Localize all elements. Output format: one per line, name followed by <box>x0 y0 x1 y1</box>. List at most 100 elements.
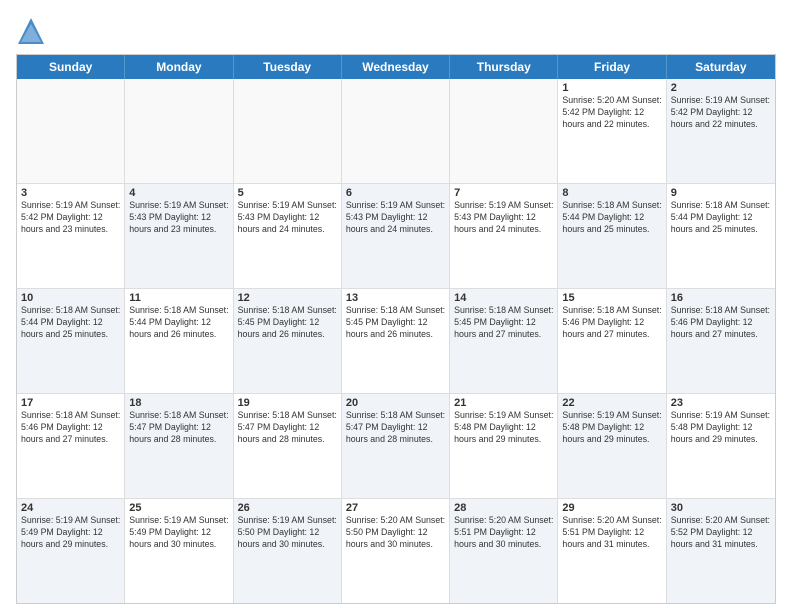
cell-info: Sunrise: 5:18 AM Sunset: 5:47 PM Dayligh… <box>238 410 337 446</box>
cell-info: Sunrise: 5:20 AM Sunset: 5:42 PM Dayligh… <box>562 95 661 131</box>
cell-info: Sunrise: 5:20 AM Sunset: 5:51 PM Dayligh… <box>454 515 553 551</box>
cell-info: Sunrise: 5:18 AM Sunset: 5:44 PM Dayligh… <box>21 305 120 341</box>
cell-info: Sunrise: 5:18 AM Sunset: 5:46 PM Dayligh… <box>671 305 771 341</box>
calendar-cell: 6Sunrise: 5:19 AM Sunset: 5:43 PM Daylig… <box>342 184 450 288</box>
day-header-monday: Monday <box>125 55 233 79</box>
day-number: 6 <box>346 187 445 199</box>
day-number: 5 <box>238 187 337 199</box>
day-number: 26 <box>238 502 337 514</box>
day-number: 1 <box>562 82 661 94</box>
calendar-week-3: 10Sunrise: 5:18 AM Sunset: 5:44 PM Dayli… <box>17 289 775 394</box>
cell-info: Sunrise: 5:19 AM Sunset: 5:42 PM Dayligh… <box>671 95 771 131</box>
day-number: 29 <box>562 502 661 514</box>
day-header-wednesday: Wednesday <box>342 55 450 79</box>
cell-info: Sunrise: 5:18 AM Sunset: 5:44 PM Dayligh… <box>562 200 661 236</box>
day-number: 9 <box>671 187 771 199</box>
calendar-page: SundayMondayTuesdayWednesdayThursdayFrid… <box>0 0 792 612</box>
calendar-cell: 18Sunrise: 5:18 AM Sunset: 5:47 PM Dayli… <box>125 394 233 498</box>
calendar-week-2: 3Sunrise: 5:19 AM Sunset: 5:42 PM Daylig… <box>17 184 775 289</box>
cell-info: Sunrise: 5:18 AM Sunset: 5:46 PM Dayligh… <box>21 410 120 446</box>
day-number: 25 <box>129 502 228 514</box>
calendar-body: 1Sunrise: 5:20 AM Sunset: 5:42 PM Daylig… <box>17 79 775 603</box>
calendar-cell: 1Sunrise: 5:20 AM Sunset: 5:42 PM Daylig… <box>558 79 666 183</box>
calendar-cell: 12Sunrise: 5:18 AM Sunset: 5:45 PM Dayli… <box>234 289 342 393</box>
cell-info: Sunrise: 5:19 AM Sunset: 5:43 PM Dayligh… <box>346 200 445 236</box>
day-number: 22 <box>562 397 661 409</box>
cell-info: Sunrise: 5:19 AM Sunset: 5:43 PM Dayligh… <box>238 200 337 236</box>
cell-info: Sunrise: 5:19 AM Sunset: 5:48 PM Dayligh… <box>454 410 553 446</box>
day-header-saturday: Saturday <box>667 55 775 79</box>
calendar-cell <box>234 79 342 183</box>
calendar-cell: 30Sunrise: 5:20 AM Sunset: 5:52 PM Dayli… <box>667 499 775 603</box>
day-number: 27 <box>346 502 445 514</box>
day-number: 4 <box>129 187 228 199</box>
cell-info: Sunrise: 5:18 AM Sunset: 5:45 PM Dayligh… <box>454 305 553 341</box>
cell-info: Sunrise: 5:20 AM Sunset: 5:50 PM Dayligh… <box>346 515 445 551</box>
calendar-cell: 16Sunrise: 5:18 AM Sunset: 5:46 PM Dayli… <box>667 289 775 393</box>
cell-info: Sunrise: 5:19 AM Sunset: 5:43 PM Dayligh… <box>129 200 228 236</box>
cell-info: Sunrise: 5:19 AM Sunset: 5:49 PM Dayligh… <box>129 515 228 551</box>
day-number: 15 <box>562 292 661 304</box>
day-number: 19 <box>238 397 337 409</box>
cell-info: Sunrise: 5:18 AM Sunset: 5:45 PM Dayligh… <box>346 305 445 341</box>
day-number: 24 <box>21 502 120 514</box>
calendar-cell <box>342 79 450 183</box>
calendar-cell <box>125 79 233 183</box>
day-header-thursday: Thursday <box>450 55 558 79</box>
day-number: 21 <box>454 397 553 409</box>
cell-info: Sunrise: 5:18 AM Sunset: 5:45 PM Dayligh… <box>238 305 337 341</box>
day-number: 8 <box>562 187 661 199</box>
calendar-cell: 27Sunrise: 5:20 AM Sunset: 5:50 PM Dayli… <box>342 499 450 603</box>
calendar-cell: 7Sunrise: 5:19 AM Sunset: 5:43 PM Daylig… <box>450 184 558 288</box>
cell-info: Sunrise: 5:18 AM Sunset: 5:44 PM Dayligh… <box>129 305 228 341</box>
day-number: 20 <box>346 397 445 409</box>
calendar-cell: 4Sunrise: 5:19 AM Sunset: 5:43 PM Daylig… <box>125 184 233 288</box>
calendar-cell: 3Sunrise: 5:19 AM Sunset: 5:42 PM Daylig… <box>17 184 125 288</box>
cell-info: Sunrise: 5:18 AM Sunset: 5:47 PM Dayligh… <box>129 410 228 446</box>
day-header-sunday: Sunday <box>17 55 125 79</box>
calendar-cell: 8Sunrise: 5:18 AM Sunset: 5:44 PM Daylig… <box>558 184 666 288</box>
cell-info: Sunrise: 5:19 AM Sunset: 5:49 PM Dayligh… <box>21 515 120 551</box>
calendar-cell: 29Sunrise: 5:20 AM Sunset: 5:51 PM Dayli… <box>558 499 666 603</box>
day-number: 23 <box>671 397 771 409</box>
day-number: 30 <box>671 502 771 514</box>
day-number: 17 <box>21 397 120 409</box>
cell-info: Sunrise: 5:19 AM Sunset: 5:48 PM Dayligh… <box>562 410 661 446</box>
calendar-cell: 25Sunrise: 5:19 AM Sunset: 5:49 PM Dayli… <box>125 499 233 603</box>
calendar-cell: 15Sunrise: 5:18 AM Sunset: 5:46 PM Dayli… <box>558 289 666 393</box>
calendar-week-5: 24Sunrise: 5:19 AM Sunset: 5:49 PM Dayli… <box>17 499 775 603</box>
calendar-cell: 21Sunrise: 5:19 AM Sunset: 5:48 PM Dayli… <box>450 394 558 498</box>
day-number: 3 <box>21 187 120 199</box>
cell-info: Sunrise: 5:19 AM Sunset: 5:50 PM Dayligh… <box>238 515 337 551</box>
calendar-cell <box>17 79 125 183</box>
day-number: 14 <box>454 292 553 304</box>
calendar-cell: 20Sunrise: 5:18 AM Sunset: 5:47 PM Dayli… <box>342 394 450 498</box>
calendar-cell: 28Sunrise: 5:20 AM Sunset: 5:51 PM Dayli… <box>450 499 558 603</box>
day-number: 11 <box>129 292 228 304</box>
calendar-cell: 17Sunrise: 5:18 AM Sunset: 5:46 PM Dayli… <box>17 394 125 498</box>
calendar-header-row: SundayMondayTuesdayWednesdayThursdayFrid… <box>17 55 775 79</box>
calendar-cell: 23Sunrise: 5:19 AM Sunset: 5:48 PM Dayli… <box>667 394 775 498</box>
day-number: 16 <box>671 292 771 304</box>
calendar-cell: 10Sunrise: 5:18 AM Sunset: 5:44 PM Dayli… <box>17 289 125 393</box>
calendar-cell: 13Sunrise: 5:18 AM Sunset: 5:45 PM Dayli… <box>342 289 450 393</box>
cell-info: Sunrise: 5:20 AM Sunset: 5:51 PM Dayligh… <box>562 515 661 551</box>
cell-info: Sunrise: 5:19 AM Sunset: 5:43 PM Dayligh… <box>454 200 553 236</box>
cell-info: Sunrise: 5:18 AM Sunset: 5:47 PM Dayligh… <box>346 410 445 446</box>
calendar-week-1: 1Sunrise: 5:20 AM Sunset: 5:42 PM Daylig… <box>17 79 775 184</box>
calendar-cell: 26Sunrise: 5:19 AM Sunset: 5:50 PM Dayli… <box>234 499 342 603</box>
day-header-tuesday: Tuesday <box>234 55 342 79</box>
calendar-cell: 11Sunrise: 5:18 AM Sunset: 5:44 PM Dayli… <box>125 289 233 393</box>
calendar: SundayMondayTuesdayWednesdayThursdayFrid… <box>16 54 776 604</box>
calendar-week-4: 17Sunrise: 5:18 AM Sunset: 5:46 PM Dayli… <box>17 394 775 499</box>
logo <box>16 16 50 46</box>
day-number: 28 <box>454 502 553 514</box>
cell-info: Sunrise: 5:18 AM Sunset: 5:46 PM Dayligh… <box>562 305 661 341</box>
calendar-cell: 19Sunrise: 5:18 AM Sunset: 5:47 PM Dayli… <box>234 394 342 498</box>
calendar-cell: 9Sunrise: 5:18 AM Sunset: 5:44 PM Daylig… <box>667 184 775 288</box>
cell-info: Sunrise: 5:19 AM Sunset: 5:42 PM Dayligh… <box>21 200 120 236</box>
day-number: 10 <box>21 292 120 304</box>
day-number: 18 <box>129 397 228 409</box>
calendar-cell: 22Sunrise: 5:19 AM Sunset: 5:48 PM Dayli… <box>558 394 666 498</box>
calendar-cell: 14Sunrise: 5:18 AM Sunset: 5:45 PM Dayli… <box>450 289 558 393</box>
